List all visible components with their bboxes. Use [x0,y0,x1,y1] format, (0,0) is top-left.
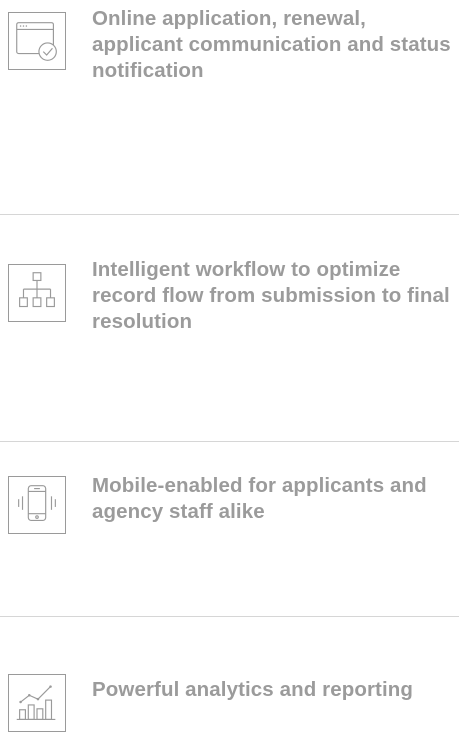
feature-item-analytics-reporting: Powerful analytics and reporting [0,617,459,745]
feature-text: Mobile-enabled for applicants and agency… [92,474,427,523]
feature-text: Powerful analytics and reporting [92,678,414,701]
workflow-hierarchy-icon [8,264,66,322]
feature-item-online-application: Online application, renewal, applicant c… [0,0,459,214]
feature-text: Online application, renewal, applicant c… [92,7,451,82]
feature-text: Intelligent workflow to optimize record … [92,258,450,333]
browser-checkmark-icon [8,12,66,70]
feature-item-mobile-enabled: Mobile-enabled for applicants and agency… [0,442,459,616]
mobile-phone-icon [8,476,66,534]
feature-item-intelligent-workflow: Intelligent workflow to optimize record … [0,215,459,441]
analytics-chart-icon [8,674,66,732]
